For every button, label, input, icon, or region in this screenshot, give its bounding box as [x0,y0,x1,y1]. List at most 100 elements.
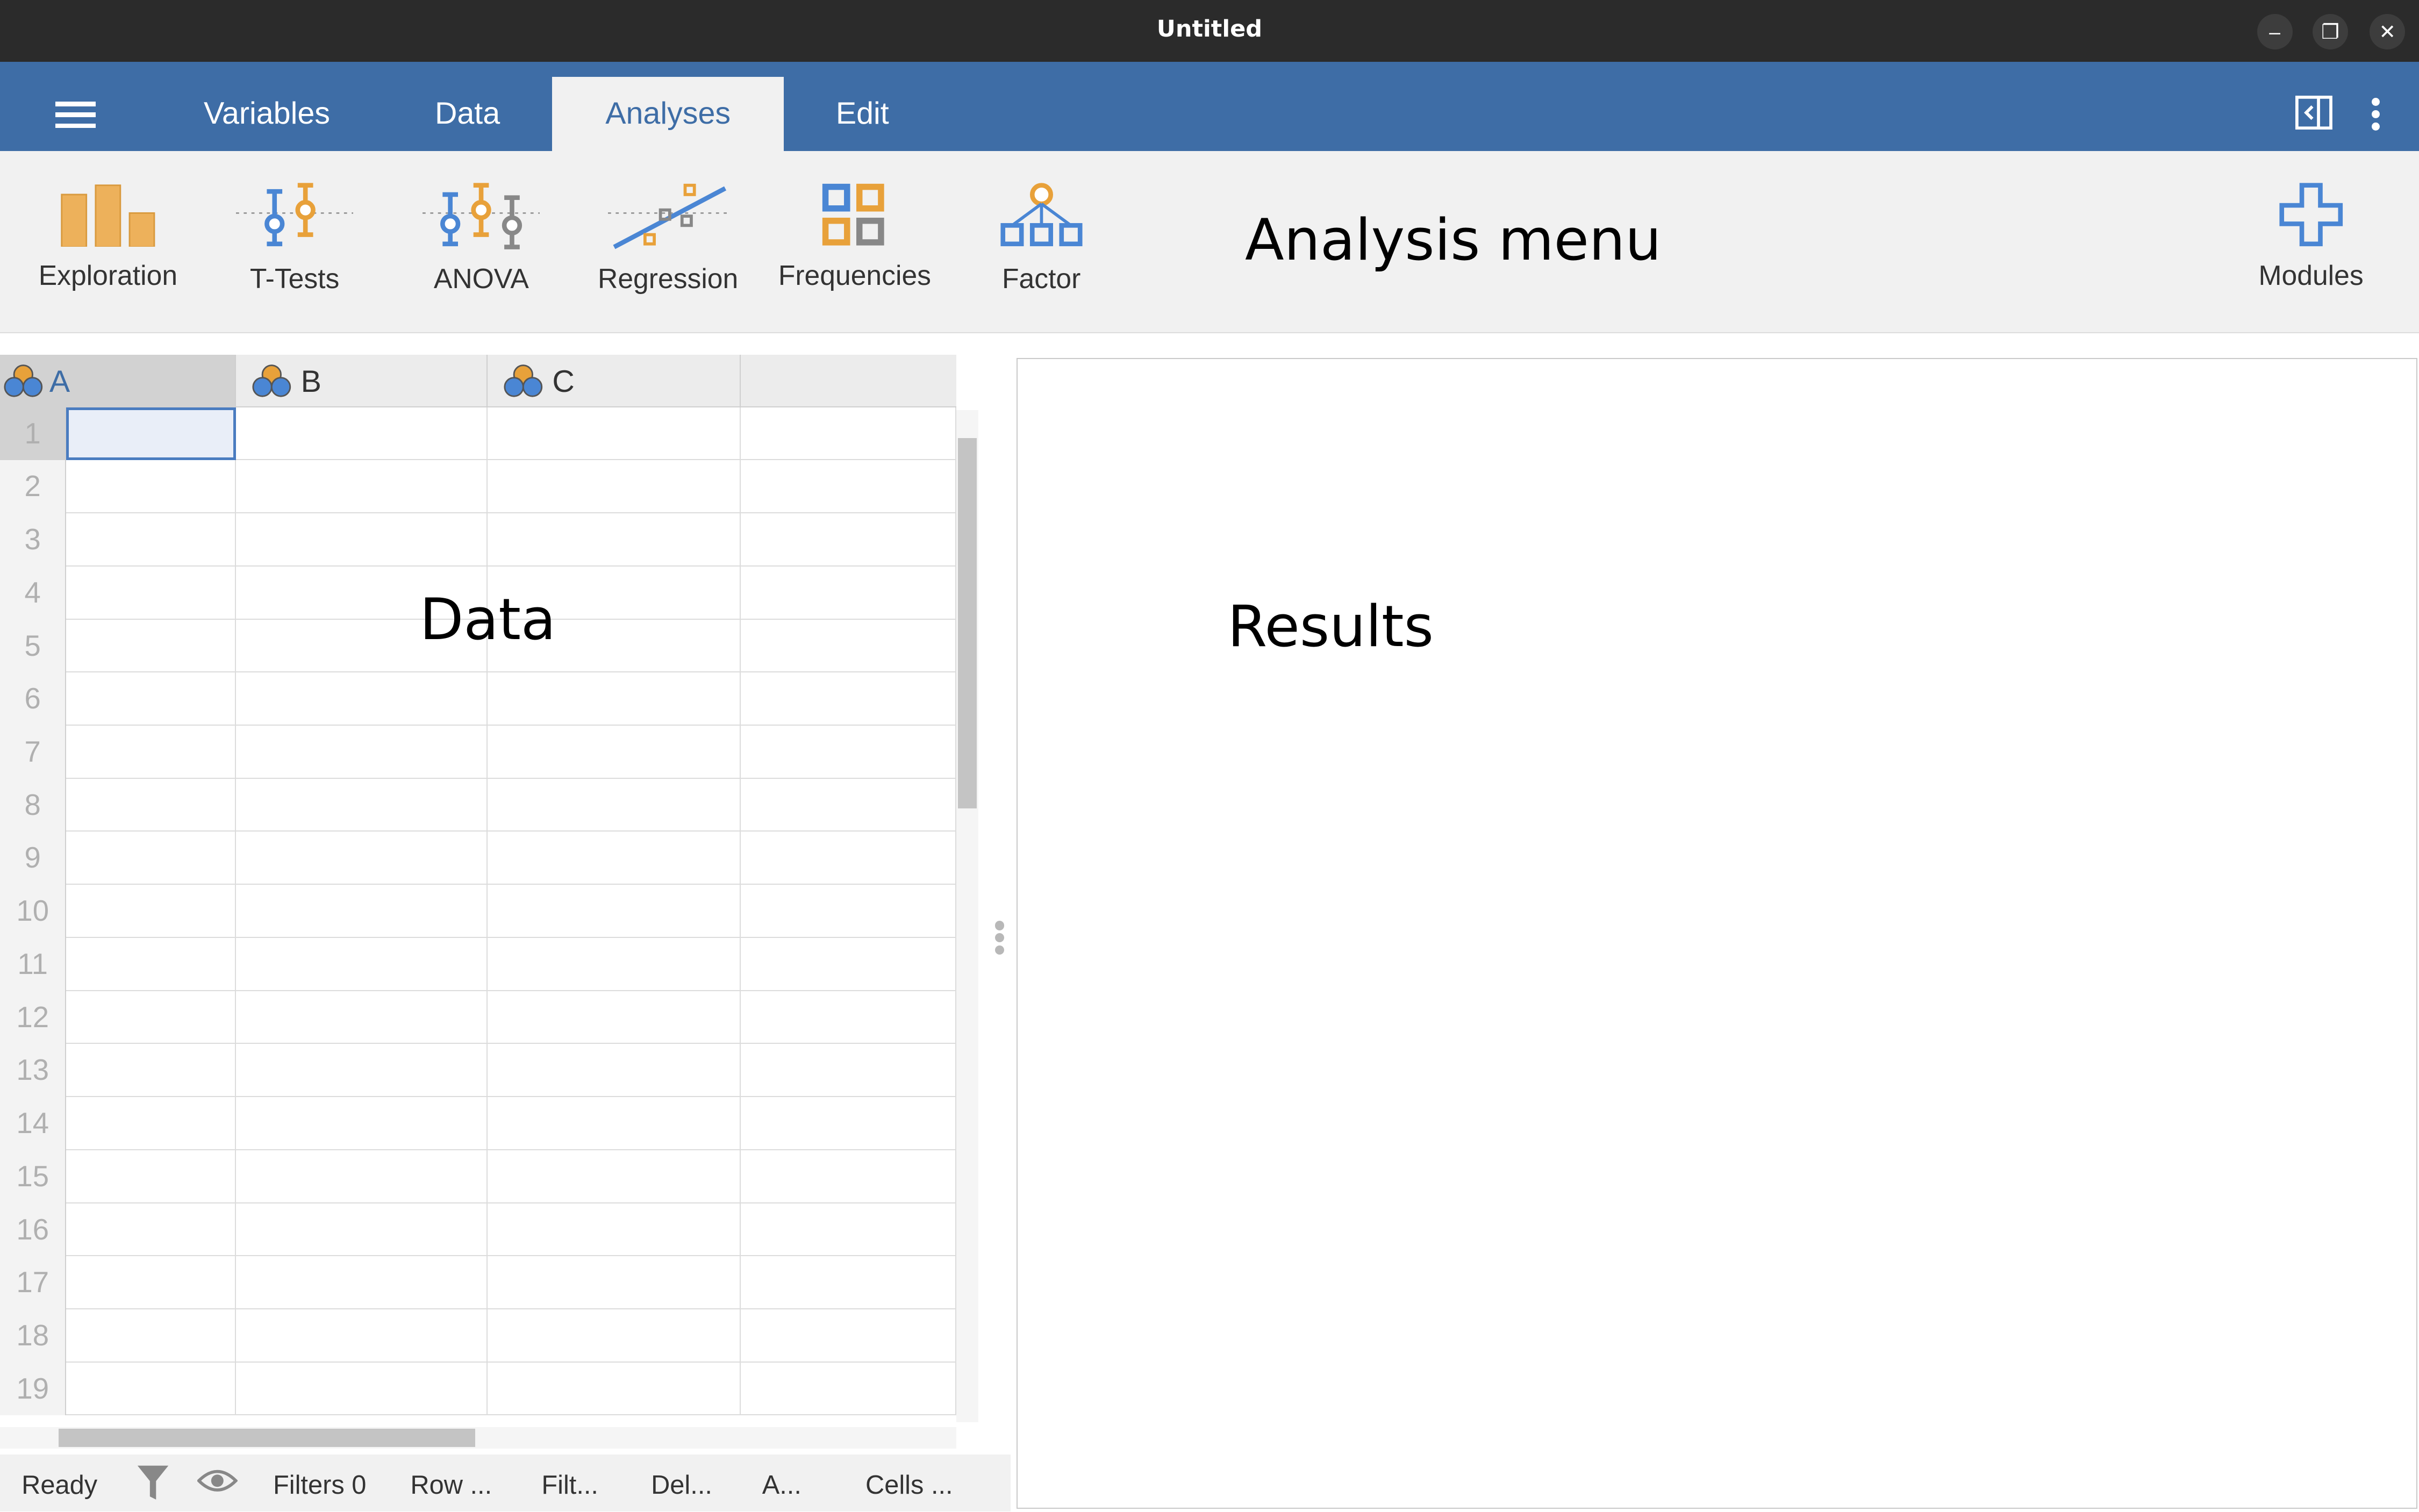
column-header-a[interactable]: A [0,355,237,407]
frequencies-button[interactable]: Frequencies [762,182,947,291]
data-cell[interactable] [741,1150,957,1203]
data-cell[interactable] [66,885,237,938]
data-cell[interactable] [66,778,237,832]
data-cell[interactable] [66,619,237,673]
data-cell[interactable] [488,1256,741,1309]
tab-variables[interactable]: Variables [167,77,367,151]
filter-icon[interactable] [136,1463,170,1509]
more-options-icon[interactable] [2370,96,2382,139]
data-cell[interactable] [488,672,741,726]
tab-analyses[interactable]: Analyses [552,77,784,152]
main-menu-icon[interactable] [55,102,96,130]
data-cell[interactable] [236,778,488,832]
data-cell[interactable] [741,672,957,726]
data-cell[interactable] [236,513,488,567]
row-number[interactable]: 8 [0,778,67,832]
row-number[interactable]: 12 [0,991,67,1044]
data-cell[interactable] [741,407,957,461]
data-cell[interactable] [236,725,488,779]
t-tests-button[interactable]: T-Tests [202,182,387,295]
horizontal-scroll-thumb[interactable] [59,1428,475,1447]
data-cell[interactable] [488,460,741,514]
row-number[interactable]: 19 [0,1362,67,1416]
maximize-button[interactable]: ❐ [2312,13,2348,49]
data-cell[interactable] [236,1309,488,1363]
data-cell[interactable] [488,725,741,779]
data-cell[interactable] [236,991,488,1044]
data-cell[interactable] [488,885,741,938]
vertical-scroll-thumb[interactable] [958,438,977,808]
exploration-button[interactable]: Exploration [16,182,201,291]
tab-data[interactable]: Data [398,77,536,151]
row-number[interactable]: 9 [0,832,67,885]
data-cell[interactable] [488,1044,741,1098]
factor-button[interactable]: Factor [949,182,1134,295]
column-header-b[interactable]: B [236,355,488,407]
data-cell[interactable] [66,1203,237,1257]
data-cell[interactable] [741,460,957,514]
data-cell[interactable] [236,1150,488,1203]
row-number[interactable]: 4 [0,566,67,620]
column-header-c[interactable]: C [488,355,741,407]
data-cell[interactable] [488,513,741,567]
data-cell[interactable] [741,1362,957,1416]
data-cell[interactable] [488,1150,741,1203]
row-number[interactable]: 17 [0,1256,67,1309]
data-cell[interactable] [236,1097,488,1150]
minimize-button[interactable]: – [2257,13,2293,49]
data-cell[interactable] [66,1256,237,1309]
modules-button[interactable]: Modules [2218,182,2403,291]
data-cell[interactable] [236,1203,488,1257]
row-number[interactable]: 7 [0,725,67,779]
row-number[interactable]: 15 [0,1150,67,1203]
data-cell[interactable] [741,1309,957,1363]
data-cell[interactable] [66,672,237,726]
data-cell[interactable] [488,1203,741,1257]
data-cell[interactable] [488,778,741,832]
data-cell[interactable] [236,672,488,726]
row-number[interactable]: 3 [0,513,67,567]
data-cell[interactable] [236,832,488,885]
vertical-scrollbar[interactable] [956,410,978,1423]
data-cell[interactable] [488,1097,741,1150]
data-cell[interactable] [488,407,741,461]
data-cell[interactable] [488,1309,741,1363]
data-cell[interactable] [741,991,957,1044]
data-cell[interactable] [66,1362,237,1416]
data-cell[interactable] [488,1362,741,1416]
row-number[interactable]: 1 [0,407,67,461]
row-number[interactable]: 11 [0,937,67,991]
data-cell[interactable] [741,778,957,832]
row-number[interactable]: 18 [0,1309,67,1363]
row-number[interactable]: 14 [0,1097,67,1150]
data-cell[interactable] [66,513,237,567]
data-cell[interactable] [236,1044,488,1098]
data-cell[interactable] [741,725,957,779]
data-cell[interactable] [66,566,237,620]
data-cell[interactable] [66,460,237,514]
data-cell[interactable] [741,937,957,991]
data-cell[interactable] [66,1097,237,1150]
data-cell[interactable] [66,991,237,1044]
data-cell[interactable] [488,991,741,1044]
data-cell[interactable] [66,725,237,779]
anova-button[interactable]: ANOVA [389,182,574,295]
toggle-results-icon[interactable] [2295,95,2333,135]
data-cell[interactable] [66,1309,237,1363]
data-cell[interactable] [66,1044,237,1098]
data-cell[interactable] [236,1362,488,1416]
close-button[interactable]: ✕ [2370,13,2406,49]
data-cell[interactable] [741,1044,957,1098]
selected-cell[interactable] [66,407,237,461]
data-cell[interactable] [741,1203,957,1257]
data-cell[interactable] [66,1150,237,1203]
data-cell[interactable] [741,566,957,620]
row-number[interactable]: 16 [0,1203,67,1257]
data-cell[interactable] [741,1256,957,1309]
data-cell[interactable] [236,1256,488,1309]
data-cell[interactable] [741,885,957,938]
data-cell[interactable] [66,832,237,885]
row-number[interactable]: 13 [0,1044,67,1098]
row-number[interactable]: 2 [0,460,67,514]
data-cell[interactable] [236,885,488,938]
